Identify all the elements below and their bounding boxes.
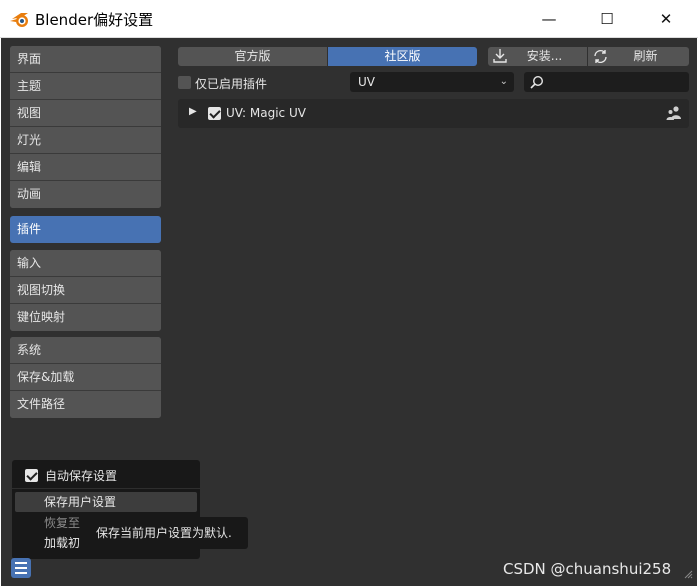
refresh-label: 刷新 bbox=[633, 49, 658, 63]
hamburger-menu-button[interactable] bbox=[11, 558, 31, 578]
community-users-icon bbox=[666, 105, 682, 124]
sidebar-group-system: 系统 保存&加载 文件路径 bbox=[10, 337, 161, 418]
sidebar-item-addons[interactable]: 插件 bbox=[10, 216, 161, 243]
auto-save-label[interactable]: 自动保存设置 bbox=[45, 467, 117, 484]
sidebar-item-themes[interactable]: 主题 bbox=[10, 73, 161, 100]
install-button[interactable]: 安装... bbox=[488, 47, 587, 66]
refresh-button[interactable]: 刷新 bbox=[588, 47, 689, 66]
addon-enabled-checkbox[interactable] bbox=[208, 107, 221, 120]
chevron-down-icon: ⌄ bbox=[499, 76, 508, 87]
enabled-only-label: 仅已启用插件 bbox=[195, 77, 268, 91]
addon-name: UV: Magic UV bbox=[226, 106, 306, 120]
sidebar-item-interface[interactable]: 界面 bbox=[10, 46, 161, 73]
resize-grip-icon[interactable] bbox=[683, 568, 693, 582]
tooltip: 保存当前用户设置为默认. bbox=[84, 517, 248, 549]
tab-community[interactable]: 社区版 bbox=[328, 47, 477, 66]
sidebar-item-viewport[interactable]: 视图 bbox=[10, 100, 161, 127]
load-factory-label: 加载初 bbox=[44, 536, 81, 550]
sidebar-group-input: 输入 视图切换 键位映射 bbox=[10, 250, 161, 331]
hamburger-icon bbox=[15, 562, 27, 574]
preferences-window: 界面 主题 视图 灯光 编辑 动画 插件 输入 视图切换 键位映射 系统 保存&… bbox=[1, 38, 697, 586]
window-title: Blender偏好设置 bbox=[35, 11, 154, 29]
search-input[interactable] bbox=[524, 72, 689, 92]
sidebar-item-keymap[interactable]: 键位映射 bbox=[10, 304, 161, 331]
sidebar-item-file-paths[interactable]: 文件路径 bbox=[10, 391, 161, 418]
sidebar-item-input[interactable]: 输入 bbox=[10, 250, 161, 277]
search-icon bbox=[529, 74, 545, 93]
sidebar-item-animation[interactable]: 动画 bbox=[10, 181, 161, 208]
addon-row[interactable]: ▶ UV: Magic UV bbox=[178, 99, 689, 128]
sidebar-group-addons: 插件 bbox=[10, 216, 161, 243]
sidebar-item-system[interactable]: 系统 bbox=[10, 337, 161, 364]
close-button[interactable]: ✕ bbox=[643, 0, 689, 38]
refresh-icon bbox=[592, 48, 609, 71]
save-user-settings-label: 保存用户设置 bbox=[44, 495, 117, 509]
tab-official[interactable]: 官方版 bbox=[178, 47, 327, 66]
category-value: UV bbox=[358, 75, 375, 89]
enabled-only-checkbox[interactable] bbox=[178, 76, 191, 89]
install-label: 安装... bbox=[526, 49, 563, 63]
watermark: CSDN @chuanshui258 bbox=[503, 560, 672, 578]
menu-divider bbox=[12, 488, 200, 489]
blender-logo-icon bbox=[10, 10, 30, 28]
sidebar-item-lights[interactable]: 灯光 bbox=[10, 127, 161, 154]
category-dropdown[interactable]: UV ⌄ bbox=[350, 72, 514, 92]
minimize-button[interactable]: — bbox=[526, 0, 572, 38]
maximize-button[interactable]: ☐ bbox=[584, 0, 630, 38]
sidebar-item-navigation[interactable]: 视图切换 bbox=[10, 277, 161, 304]
sidebar-group-interface: 界面 主题 视图 灯光 编辑 动画 bbox=[10, 46, 161, 208]
sidebar-item-save-load[interactable]: 保存&加载 bbox=[10, 364, 161, 391]
auto-save-checkbox[interactable] bbox=[25, 469, 38, 482]
disclosure-triangle-icon[interactable]: ▶ bbox=[189, 106, 197, 117]
sidebar-item-editing[interactable]: 编辑 bbox=[10, 154, 161, 181]
title-bar: Blender偏好设置 — ☐ ✕ bbox=[0, 0, 698, 38]
revert-label: 恢复至 bbox=[44, 516, 81, 530]
download-icon bbox=[492, 48, 508, 70]
save-user-settings-item[interactable]: 保存用户设置 bbox=[15, 492, 197, 512]
